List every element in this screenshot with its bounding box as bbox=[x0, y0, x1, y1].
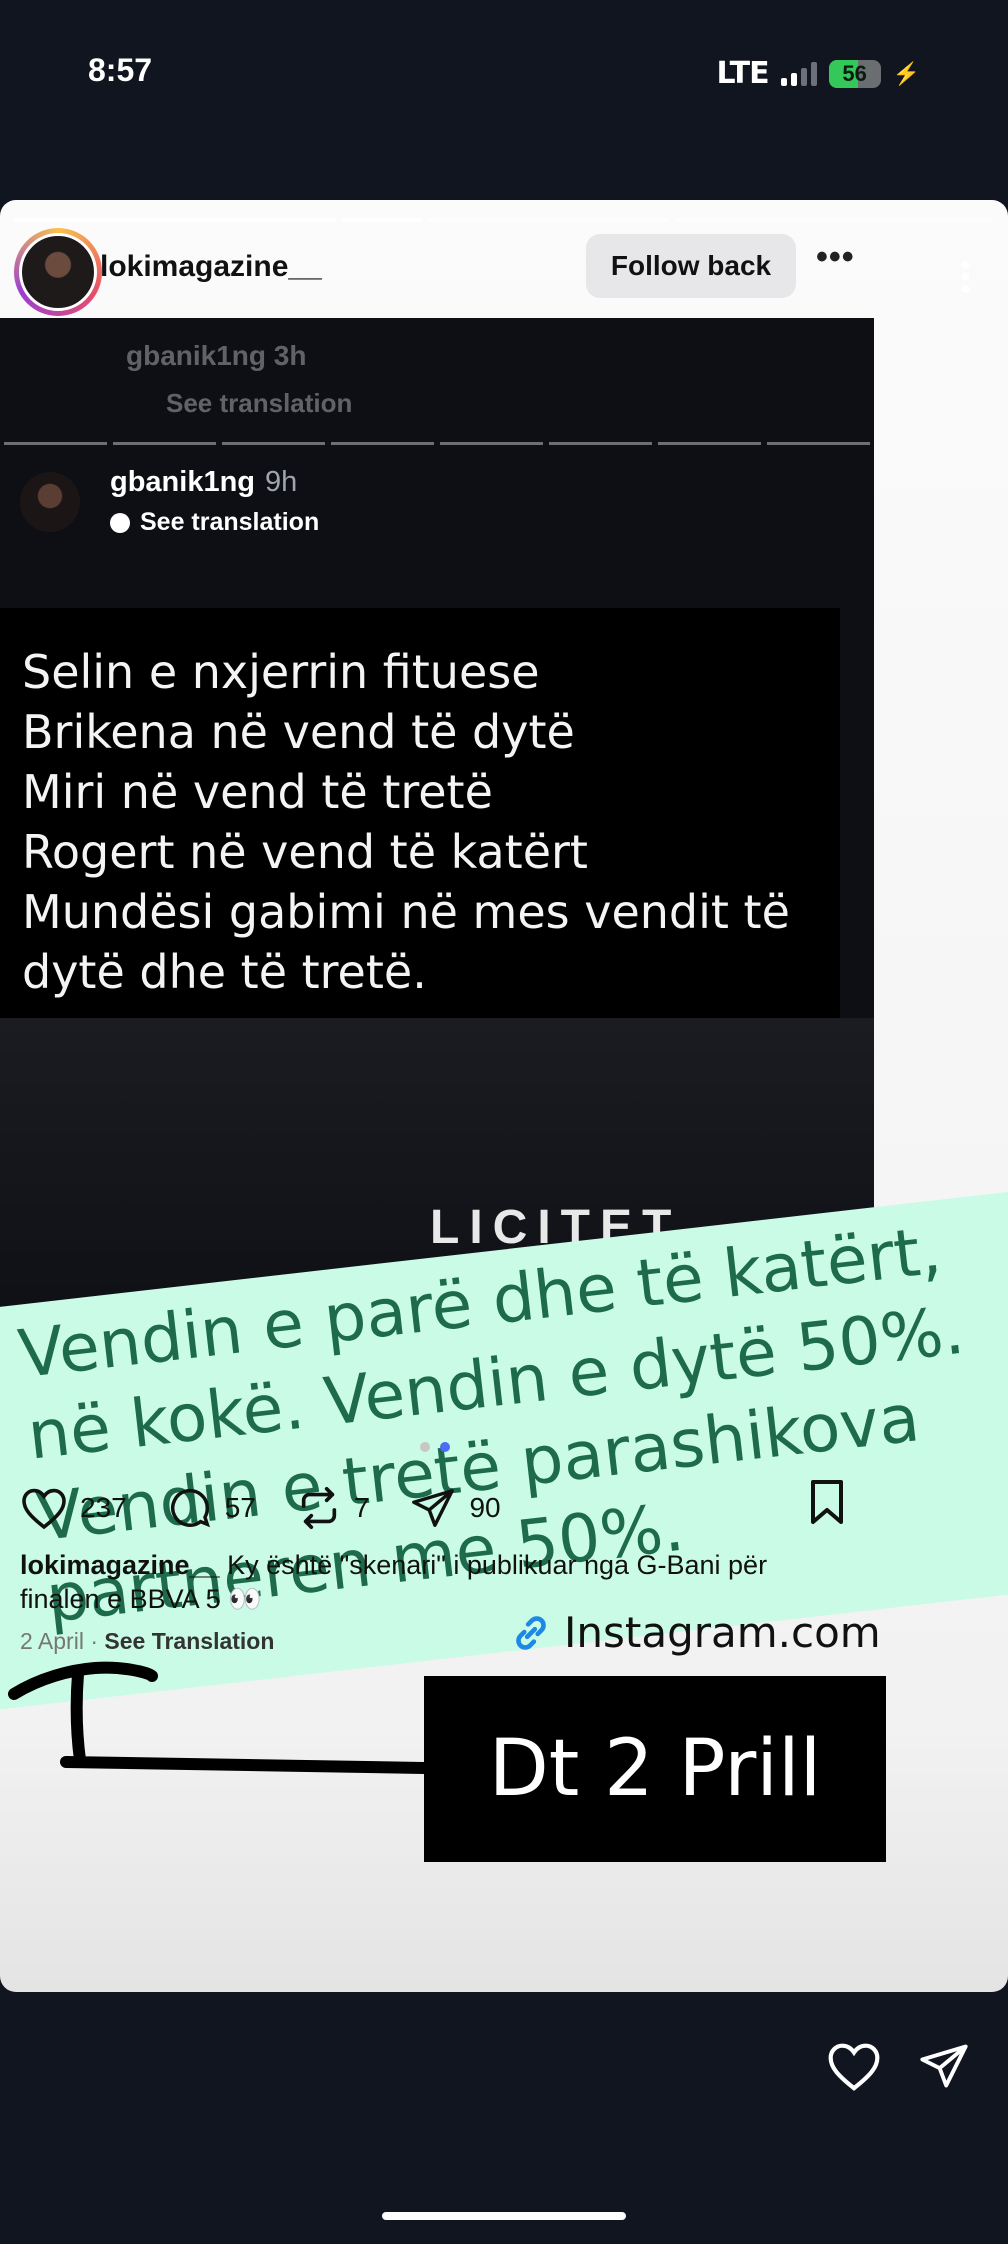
send-icon bbox=[412, 1489, 455, 1527]
vertical-more-icon[interactable]: • • • bbox=[960, 251, 971, 305]
embedded-text-box: Selin e nxjerrin fituese Brikena në vend… bbox=[0, 608, 840, 1018]
embedded-line: Mundësi gabimi në mes vendit të bbox=[22, 885, 790, 939]
ghost-username: gbanik1ng 3h bbox=[126, 340, 307, 371]
network-type: LTE bbox=[716, 56, 769, 91]
embedded-line: dytë dhe të tretë. bbox=[22, 945, 427, 999]
story-username[interactable]: lokimagazine__ bbox=[100, 250, 322, 284]
embedded-line: Miri në vend të tretë bbox=[22, 765, 493, 819]
like-button[interactable]: 237 bbox=[20, 1486, 127, 1530]
post-meta: 2 April · See Translation bbox=[20, 1628, 274, 1655]
heart-icon bbox=[22, 1488, 66, 1530]
battery-icon: 56 bbox=[828, 59, 881, 88]
like-count: 237 bbox=[80, 1492, 127, 1523]
story-progress bbox=[14, 218, 994, 222]
date-label-box: Dt 2 Prill bbox=[424, 1676, 886, 1862]
battery-level: 56 bbox=[842, 60, 867, 86]
link-icon bbox=[516, 1615, 546, 1650]
embedded-avatar bbox=[20, 472, 80, 532]
post-caption: lokimagazine__ Ky është "skenari" i publ… bbox=[20, 1548, 850, 1616]
story-header: lokimagazine__ Follow back ••• bbox=[10, 228, 998, 318]
ghost-translate: See translation bbox=[166, 388, 353, 418]
see-translation-link[interactable]: See Translation bbox=[104, 1628, 274, 1654]
embedded-line: Brikena në vend të dytë bbox=[22, 705, 575, 759]
home-indicator[interactable] bbox=[382, 2212, 626, 2220]
follow-back-button[interactable]: Follow back bbox=[586, 234, 796, 298]
charging-icon: ⚡ bbox=[892, 60, 920, 86]
repost-icon bbox=[301, 1487, 337, 1529]
post-date: 2 April bbox=[20, 1628, 84, 1654]
bookmark-icon[interactable] bbox=[806, 1478, 848, 1526]
story-card[interactable]: gbanik1ng 3h See translation gbanik1ng 9h… bbox=[0, 200, 1008, 1992]
embedded-user: gbanik1ng 9h bbox=[110, 466, 298, 498]
carousel-dots bbox=[420, 1442, 450, 1452]
meta-separator: · bbox=[90, 1628, 98, 1654]
share-count: 90 bbox=[469, 1492, 501, 1523]
signal-icon bbox=[780, 61, 817, 86]
repost-button[interactable]: 7 bbox=[296, 1485, 370, 1531]
link-sticker[interactable]: Instagram.com bbox=[508, 1608, 881, 1657]
embedded-line: Rogert në vend të katërt bbox=[22, 825, 588, 879]
screen: 8:57 LTE 56 ⚡ gbanik1ng 3h See translati… bbox=[0, 0, 1008, 2244]
story-like-icon[interactable] bbox=[826, 2040, 882, 2092]
hand-drawn-arrow bbox=[8, 1661, 430, 1774]
comment-icon bbox=[170, 1488, 210, 1528]
translate-icon bbox=[110, 512, 130, 533]
link-text: Instagram.com bbox=[564, 1608, 881, 1657]
post-actions: 237 57 7 90 bbox=[20, 1478, 868, 1538]
status-indicators: LTE 56 ⚡ bbox=[716, 56, 920, 91]
more-options-icon[interactable]: ••• bbox=[816, 238, 855, 277]
comment-button[interactable]: 57 bbox=[167, 1485, 256, 1531]
comment-count: 57 bbox=[224, 1492, 256, 1523]
story-send-icon[interactable] bbox=[916, 2040, 972, 2092]
status-time: 8:57 bbox=[88, 52, 153, 88]
embedded-translate: See translation bbox=[110, 508, 319, 537]
caption-username[interactable]: lokimagazine__ bbox=[20, 1550, 220, 1580]
repost-count: 7 bbox=[353, 1492, 370, 1523]
embedded-progress bbox=[0, 442, 874, 445]
story-avatar[interactable] bbox=[14, 228, 102, 316]
embedded-line: Selin e nxjerrin fituese bbox=[22, 645, 540, 699]
share-button[interactable]: 90 bbox=[409, 1485, 501, 1531]
